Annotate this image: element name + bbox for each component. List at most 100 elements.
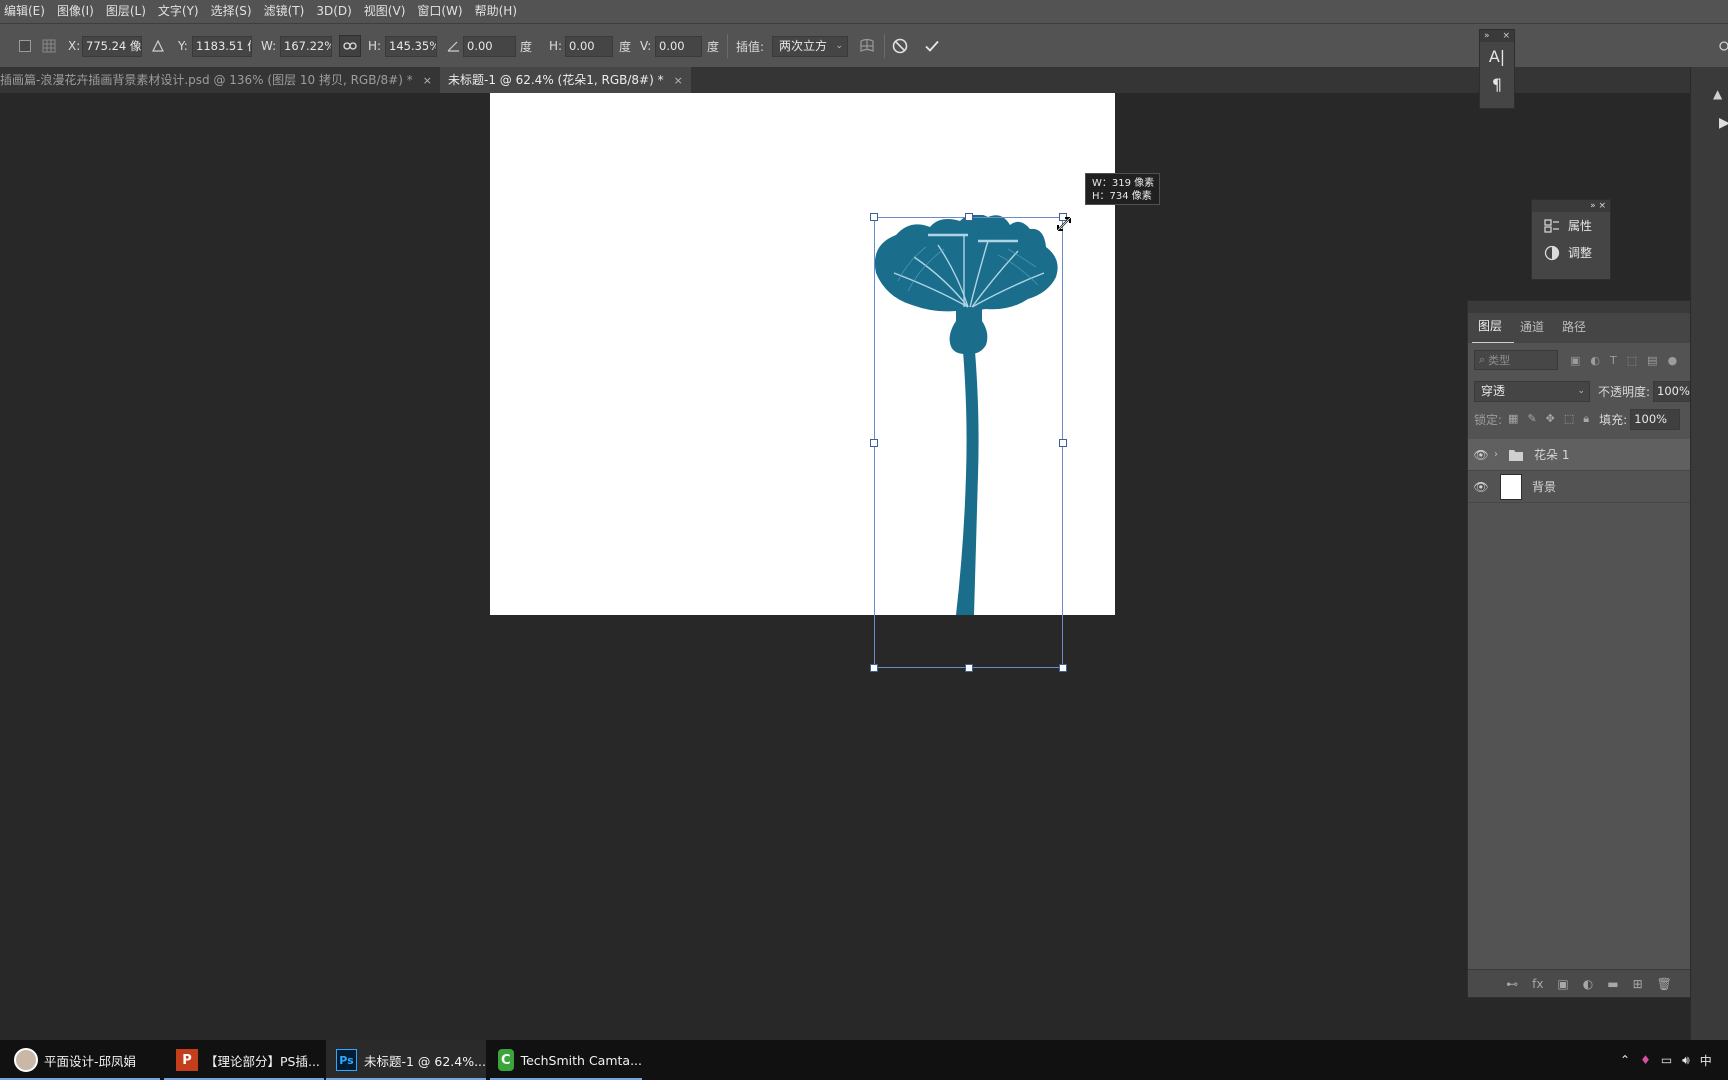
transform-bounding-box[interactable]	[874, 217, 1063, 668]
relative-position-icon[interactable]	[152, 24, 164, 68]
menu-filter[interactable]: 滤镜(T)	[258, 0, 311, 23]
lock-paint-icon[interactable]: ✎	[1527, 412, 1536, 426]
transform-handle[interactable]	[1059, 439, 1067, 447]
properties-button[interactable]: 属性	[1532, 212, 1610, 239]
play-icon[interactable]: ▶	[1719, 115, 1728, 131]
tab-document-2[interactable]: 未标题-1 @ 62.4% (花朵1, RGB/8#) * ×	[440, 67, 691, 93]
fx-icon[interactable]: fx	[1532, 977, 1543, 991]
blend-mode-select[interactable]: 穿透 ⌄	[1474, 380, 1590, 402]
menu-3d[interactable]: 3D(D)	[310, 0, 357, 23]
filter-toggle-icon[interactable]: ●	[1668, 354, 1678, 367]
close-icon[interactable]: » ×	[1590, 200, 1610, 212]
menu-layer[interactable]: 图层(L)	[100, 0, 152, 23]
layer-name: 花朵 1	[1534, 448, 1570, 462]
angle-unit: 度	[520, 39, 533, 54]
taskbar-item-profile[interactable]: 平面设计-邱凤娟	[0, 1040, 160, 1080]
taskbar-item-powerpoint[interactable]: P 【理论部分】PS插...	[164, 1040, 324, 1080]
tab-layers[interactable]: 图层	[1472, 317, 1515, 343]
eye-icon[interactable]: 👁︎	[1468, 448, 1494, 462]
search-icon[interactable]	[1718, 24, 1728, 68]
delete-layer-icon[interactable]: 🗑︎	[1657, 977, 1672, 991]
transform-handle[interactable]	[965, 664, 973, 672]
interpolation-select[interactable]: 两次立方 ⌄	[772, 35, 848, 57]
tooltip-width: W：319 像素	[1092, 178, 1155, 189]
transform-handle[interactable]	[870, 439, 878, 447]
adjustments-button[interactable]: 调整	[1532, 239, 1610, 266]
filter-type-icon[interactable]: T	[1610, 354, 1617, 367]
input-language[interactable]: 中	[1700, 1052, 1712, 1069]
link-layers-icon[interactable]: ⊷	[1506, 977, 1518, 991]
lock-artboard-icon[interactable]: ⬚	[1564, 412, 1574, 426]
tray-app-icon[interactable]: ♦	[1640, 1053, 1651, 1067]
photoshop-window: 编辑(E) 图像(I) 图层(L) 文字(Y) 选择(S) 滤镜(T) 3D(D…	[0, 0, 1728, 1080]
reference-point-grid-icon[interactable]	[42, 24, 56, 68]
filter-shape-icon[interactable]: ⬚	[1627, 354, 1637, 367]
menu-select[interactable]: 选择(S)	[205, 0, 258, 23]
filter-smart-object-icon[interactable]: ▤	[1647, 354, 1657, 367]
menu-image[interactable]: 图像(I)	[51, 0, 100, 23]
tab-document-1[interactable]: 插画篇-浪漫花卉插画背景素材设计.psd @ 136% (图层 10 拷贝, R…	[0, 67, 440, 93]
menu-type[interactable]: 文字(Y)	[152, 0, 205, 23]
transform-handle[interactable]	[1059, 664, 1067, 672]
lock-transparent-icon[interactable]: ▦	[1508, 412, 1518, 426]
menu-edit[interactable]: 编辑(E)	[0, 0, 51, 23]
angle-field[interactable]: 0.00	[463, 35, 516, 57]
h-field[interactable]: 145.35%	[385, 35, 437, 57]
y-field[interactable]: 1183.51 像	[192, 35, 252, 57]
new-group-icon[interactable]: ▬	[1607, 977, 1618, 991]
transform-handle[interactable]	[870, 213, 878, 221]
filter-pixel-icon[interactable]: ▣	[1570, 354, 1580, 367]
lock-all-icon[interactable]: 🔒︎	[1583, 412, 1589, 426]
reference-point-checkbox[interactable]	[19, 40, 31, 52]
skew-v-field[interactable]: 0.00	[655, 35, 702, 57]
new-layer-icon[interactable]: ⊞	[1633, 977, 1643, 991]
skew-v-label: V:	[640, 39, 652, 53]
expand-chevron-icon[interactable]: ›	[1494, 449, 1504, 460]
x-field[interactable]: 775.24 像素	[82, 35, 142, 57]
menu-help[interactable]: 帮助(H)	[469, 0, 523, 23]
skew-h-field[interactable]: 0.00	[565, 35, 613, 57]
dock-scroll-icon[interactable]: ▲	[1713, 87, 1722, 101]
character-panel-icon[interactable]: A|	[1480, 42, 1514, 70]
taskbar-item-camtasia[interactable]: C TechSmith Camta...	[490, 1040, 642, 1080]
tab-channels[interactable]: 通道	[1514, 318, 1556, 343]
collapse-icon[interactable]: »	[1480, 30, 1490, 42]
transform-handle[interactable]	[870, 664, 878, 672]
layer-row-background[interactable]: 👁︎ 背景 🔒︎	[1468, 471, 1710, 503]
new-adjustment-icon[interactable]: ◐	[1583, 977, 1593, 991]
commit-transform-icon[interactable]	[924, 24, 940, 68]
fill-field[interactable]: 100%	[1630, 408, 1681, 430]
network-icon[interactable]: ▭	[1661, 1053, 1672, 1067]
transform-handle[interactable]	[965, 213, 973, 221]
angle-icon	[447, 24, 460, 68]
menu-window[interactable]: 窗口(W)	[411, 0, 468, 23]
w-field[interactable]: 167.22%	[280, 35, 332, 57]
powerpoint-icon: P	[176, 1049, 198, 1071]
close-icon[interactable]: ×	[674, 74, 683, 87]
lock-position-icon[interactable]: ✥	[1546, 412, 1555, 426]
tab-paths[interactable]: 路径	[1556, 318, 1598, 343]
taskbar-item-photoshop[interactable]: Ps 未标题-1 @ 62.4%...	[326, 1040, 486, 1080]
layer-row-group[interactable]: 👁︎ › 花朵 1	[1468, 439, 1710, 471]
close-icon[interactable]: ×	[423, 74, 432, 87]
filter-adjustment-icon[interactable]: ◐	[1590, 354, 1600, 367]
eye-icon[interactable]: 👁︎	[1468, 480, 1494, 494]
properties-icon	[1544, 218, 1559, 233]
warp-mode-icon[interactable]	[858, 24, 876, 68]
link-ratio-icon[interactable]	[339, 35, 361, 57]
layer-filter-select[interactable]: ⌕ 类型	[1474, 350, 1558, 370]
add-mask-icon[interactable]: ▣	[1557, 977, 1568, 991]
close-icon[interactable]: ×	[1502, 30, 1514, 42]
chevron-down-icon: ⌄	[1577, 385, 1585, 396]
paragraph-panel-icon[interactable]: ¶	[1480, 70, 1514, 98]
layers-panel-tabs: 图层 通道 路径 ≡	[1468, 313, 1710, 343]
tray-expand-icon[interactable]: ⌃	[1620, 1053, 1630, 1067]
skew-h-unit: 度	[619, 39, 632, 54]
menu-view[interactable]: 视图(V)	[358, 0, 412, 23]
layer-thumbnail	[1500, 473, 1522, 500]
cancel-transform-icon[interactable]	[892, 24, 908, 68]
tab-label: 未标题-1 @ 62.4% (花朵1, RGB/8#) *	[448, 73, 664, 87]
lock-fill-row: 锁定: ▦ ✎ ✥ ⬚ 🔒︎ 填充: 100%	[1468, 405, 1710, 433]
system-tray: ⌃ ♦ ▭ 🔊︎ 中	[1620, 1040, 1712, 1080]
volume-icon[interactable]: 🔊︎	[1682, 1053, 1690, 1068]
